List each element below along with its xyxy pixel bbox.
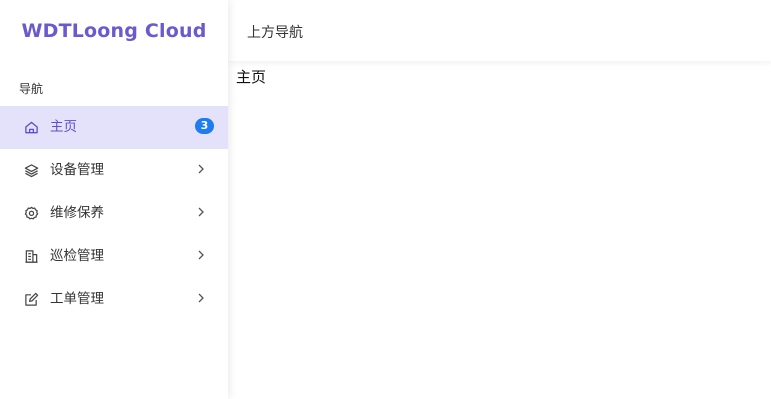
sidebar-item-label: 设备管理 (50, 162, 104, 178)
chevron-right-icon (196, 163, 206, 175)
sidebar-item-inspection[interactable]: 巡检管理 (0, 235, 228, 278)
chevron-right-icon (196, 206, 206, 218)
building-icon (24, 249, 39, 264)
app-window: WDTLoong Cloud 导航 主页 3 设备管理 维修保养 巡检管理 工单… (0, 0, 771, 399)
sidebar-item-maintenance[interactable]: 维修保养 (0, 192, 228, 235)
sidebar-item-label: 维修保养 (50, 205, 104, 221)
chevron-right-icon (196, 292, 206, 304)
sidebar-section-label: 导航 (19, 82, 44, 96)
top-navigation-bar: 上方导航 (228, 0, 771, 61)
notification-badge: 3 (195, 118, 214, 134)
sidebar-item-work-orders[interactable]: 工单管理 (0, 278, 228, 321)
brand-logo-text[interactable]: WDTLoong Cloud (0, 20, 228, 42)
edit-icon (24, 292, 39, 307)
sidebar-item-equipment[interactable]: 设备管理 (0, 149, 228, 192)
layers-icon (24, 163, 39, 178)
sidebar-item-label: 巡检管理 (50, 248, 104, 264)
page-title: 主页 (236, 68, 267, 86)
topbar-title: 上方导航 (247, 25, 303, 41)
gear-icon (24, 206, 39, 221)
sidebar-menu: 主页 3 设备管理 维修保养 巡检管理 工单管理 (0, 106, 228, 321)
sidebar-item-label: 主页 (50, 119, 77, 135)
chevron-right-icon (196, 249, 206, 261)
sidebar: WDTLoong Cloud 导航 主页 3 设备管理 维修保养 巡检管理 工单… (0, 0, 228, 399)
sidebar-item-home[interactable]: 主页 3 (0, 106, 228, 149)
sidebar-item-label: 工单管理 (50, 291, 104, 307)
home-icon (24, 120, 39, 135)
